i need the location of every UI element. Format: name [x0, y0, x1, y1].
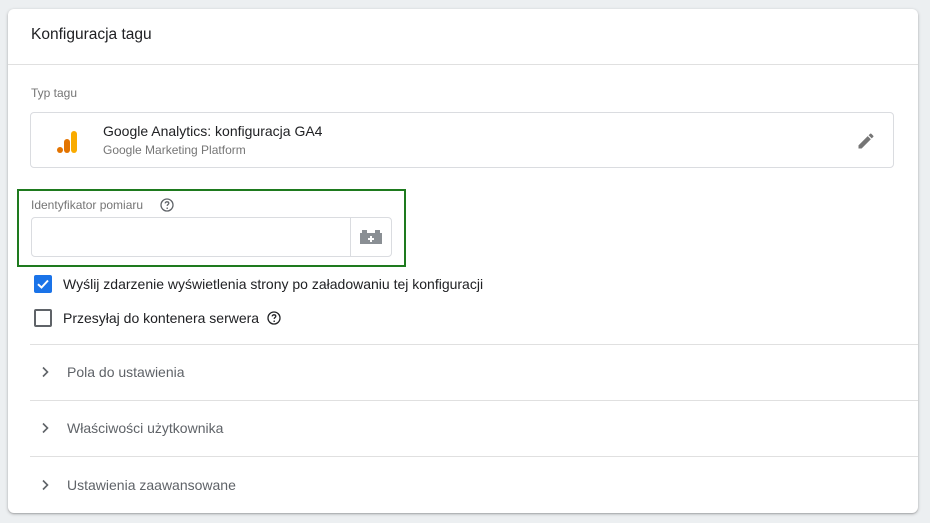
- tag-type-selector[interactable]: Google Analytics: konfiguracja GA4 Googl…: [30, 112, 894, 168]
- tag-configuration-card: Konfiguracja tagu Typ tagu Google Analyt…: [8, 9, 918, 513]
- card-title: Konfiguracja tagu: [31, 26, 152, 43]
- title-divider: [8, 64, 918, 65]
- tag-type-name: Google Analytics: konfiguracja GA4: [103, 123, 323, 139]
- section-label: Ustawienia zaawansowane: [67, 477, 236, 493]
- question-circle-icon[interactable]: [267, 311, 281, 325]
- question-circle-icon[interactable]: [160, 198, 174, 212]
- variable-brick-icon: [360, 230, 382, 244]
- user-properties-section[interactable]: Właściwości użytkownika: [30, 401, 918, 456]
- chevron-right-icon: [42, 479, 49, 491]
- send-page-view-option: Wyślij zdarzenie wyświetlenia strony po …: [34, 275, 483, 293]
- pencil-icon[interactable]: [856, 131, 876, 151]
- send-page-view-label: Wyślij zdarzenie wyświetlenia strony po …: [63, 276, 484, 292]
- measurement-id-label: Identyfikator pomiaru: [31, 198, 144, 212]
- google-analytics-icon: [57, 131, 77, 153]
- fields-to-set-section[interactable]: Pola do ustawienia: [30, 345, 918, 400]
- section-label: Pola do ustawienia: [67, 364, 185, 380]
- section-label: Właściwości użytkownika: [67, 420, 224, 436]
- chevron-right-icon: [42, 366, 49, 378]
- measurement-id-input[interactable]: [32, 218, 350, 256]
- server-container-label: Przesyłaj do kontenera serwera: [63, 310, 260, 326]
- server-container-checkbox[interactable]: [34, 309, 52, 327]
- send-page-view-checkbox[interactable]: [34, 275, 52, 293]
- tag-type-label: Typ tagu: [31, 86, 78, 100]
- tag-type-vendor: Google Marketing Platform: [103, 143, 246, 157]
- variable-picker-button[interactable]: [350, 218, 391, 256]
- chevron-right-icon: [42, 422, 49, 434]
- checkmark-icon: [37, 279, 49, 289]
- advanced-settings-section[interactable]: Ustawienia zaawansowane: [30, 458, 918, 513]
- measurement-id-field: [31, 217, 392, 257]
- server-container-option: Przesyłaj do kontenera serwera: [34, 309, 281, 327]
- section-divider: [30, 456, 918, 457]
